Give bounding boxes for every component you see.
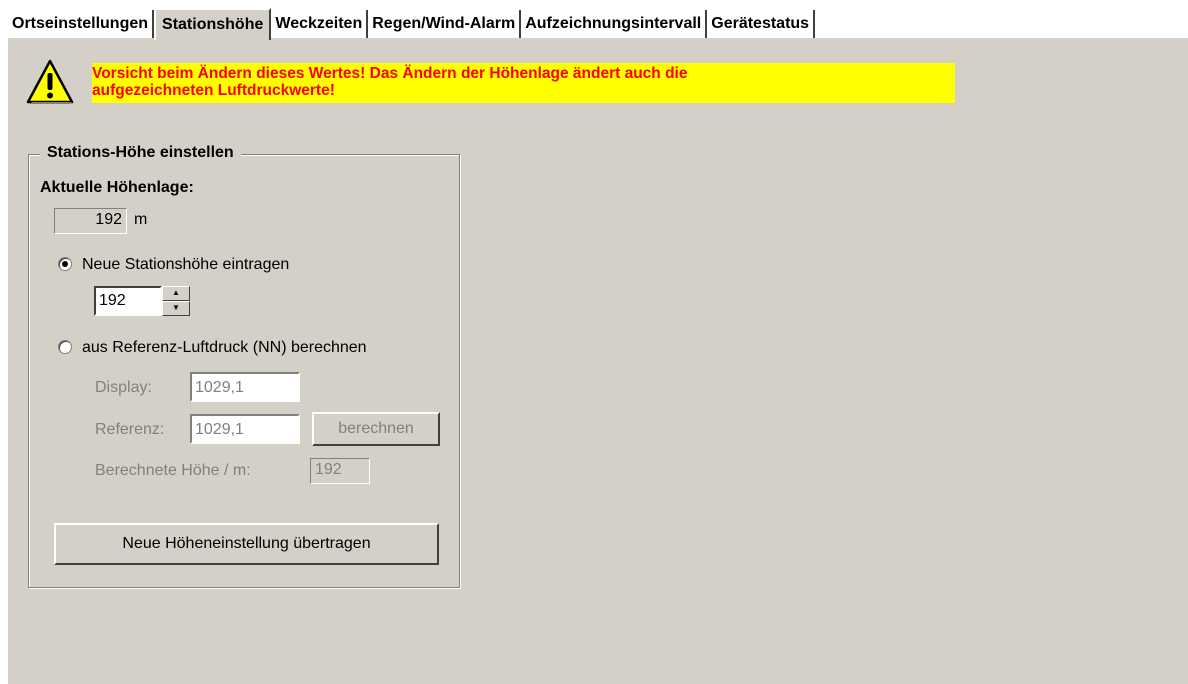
tab-ortseinstellungen[interactable]: Ortseinstellungen [8, 10, 155, 38]
tab-label: Aufzeichnungsintervall [525, 15, 702, 32]
display-label: Display: [95, 379, 152, 396]
radio-reference-pressure[interactable] [58, 340, 72, 354]
radio-selected-dot [62, 261, 68, 267]
tab-geraetestatus[interactable]: Gerätestatus [707, 10, 816, 38]
tab-label: Stationshöhe [162, 16, 264, 33]
display-pressure-field[interactable]: 1029,1 [190, 372, 300, 402]
height-stepper: ▲ ▼ [162, 286, 190, 316]
tab-aufzeichnungsintervall[interactable]: Aufzeichnungsintervall [521, 10, 708, 38]
calculate-button[interactable]: berechnen [312, 412, 440, 446]
tab-label: Ortseinstellungen [12, 15, 149, 32]
station-height-input[interactable]: 192 [94, 286, 162, 316]
warning-message: Vorsicht beim Ändern dieses Wertes! Das … [92, 63, 955, 103]
tab-label: Gerätestatus [711, 15, 810, 32]
computed-height-value: 192 [310, 458, 370, 484]
warning-line-1: Vorsicht beim Ändern dieses Wertes! Das … [92, 65, 688, 82]
tab-label: Regen/Wind-Alarm [372, 15, 516, 32]
current-height-label: Aktuelle Höhenlage: [40, 179, 194, 196]
radio-reference-label[interactable]: aus Referenz-Luftdruck (NN) berechnen [82, 339, 367, 357]
radio-manual-entry[interactable] [58, 257, 72, 271]
group-title: Stations-Höhe einstellen [40, 144, 241, 162]
warning-line-2: aufgezeichneten Luftdruckwerte! [92, 82, 335, 99]
tab-label: Weckzeiten [275, 15, 363, 32]
transfer-height-button[interactable]: Neue Höheneinstellung übertragen [54, 523, 439, 565]
stepper-down-button[interactable]: ▼ [162, 301, 190, 316]
reference-pressure-field[interactable]: 1029,1 [190, 414, 300, 444]
current-height-value: 192 [54, 208, 127, 234]
tab-regen-wind-alarm[interactable]: Regen/Wind-Alarm [368, 10, 522, 38]
warning-icon [26, 59, 74, 104]
tab-stationshoehe[interactable]: Stationshöhe [154, 8, 272, 40]
computed-height-label: Berechnete Höhe / m: [95, 462, 251, 479]
current-height-unit: m [134, 211, 148, 228]
radio-manual-label[interactable]: Neue Stationshöhe eintragen [82, 256, 289, 274]
stepper-up-button[interactable]: ▲ [162, 286, 190, 301]
tab-bar: Ortseinstellungen Stationshöhe Weckzeite… [8, 8, 816, 40]
tab-weckzeiten[interactable]: Weckzeiten [271, 10, 369, 38]
reference-label: Referenz: [95, 421, 165, 438]
